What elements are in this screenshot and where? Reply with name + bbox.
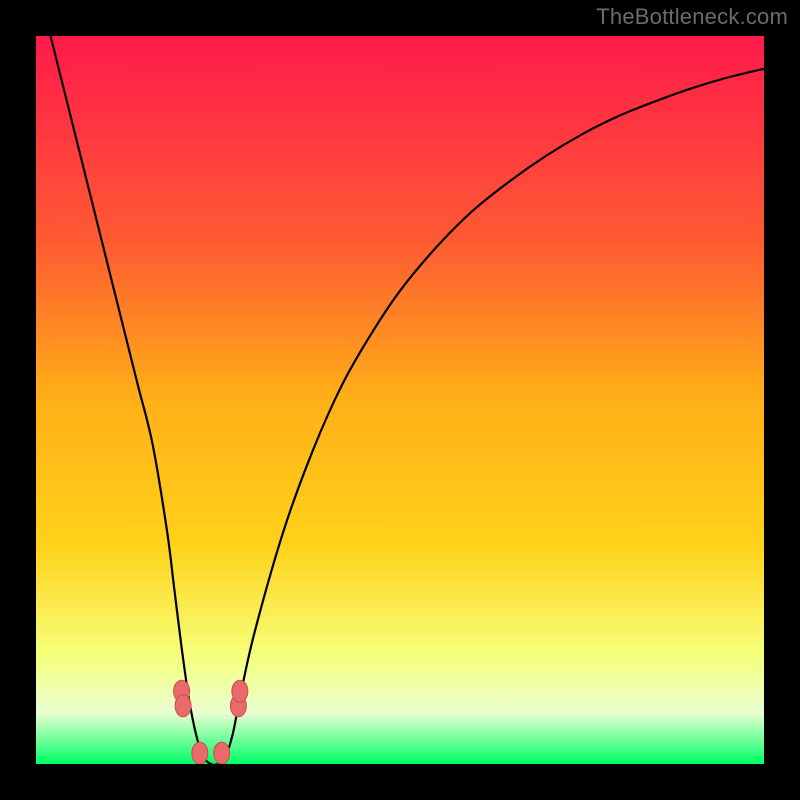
curve-marker	[175, 695, 191, 717]
chart-svg	[36, 36, 764, 764]
curve-marker	[192, 742, 208, 764]
watermark-text: TheBottleneck.com	[596, 4, 788, 30]
gradient-background	[36, 36, 764, 764]
curve-marker	[232, 680, 248, 702]
chart-frame: TheBottleneck.com	[0, 0, 800, 800]
plot-area	[36, 36, 764, 764]
curve-marker	[214, 742, 230, 764]
